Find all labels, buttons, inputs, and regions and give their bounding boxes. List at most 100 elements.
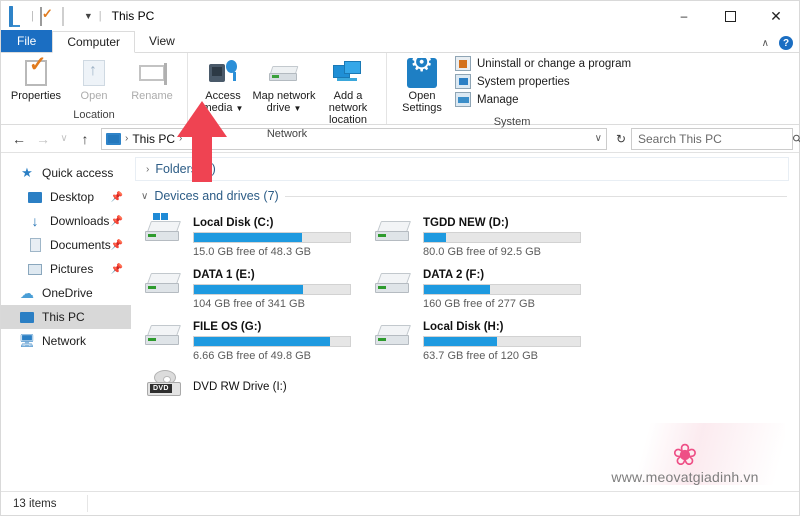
access-media-button[interactable]: Access media ▼ (194, 56, 252, 117)
open-button[interactable]: Open (65, 56, 123, 104)
group-devices-and-drives[interactable]: ∨ Devices and drives (7) (131, 185, 799, 207)
help-icon[interactable]: ? (779, 36, 793, 50)
open-settings-label-2: Settings (402, 102, 442, 114)
drive-free-space: 80.0 GB free of 92.5 GB (423, 246, 542, 258)
downloads-icon: ↓ (31, 213, 39, 229)
sidebar-item-label: This PC (42, 310, 85, 324)
chevron-right-icon[interactable]: › (146, 164, 149, 175)
recent-locations-button[interactable]: ∨ (55, 127, 73, 151)
window-controls: – ✕ (661, 1, 799, 31)
breadcrumb-separator: › (125, 133, 129, 144)
drive-icon (375, 265, 415, 305)
group-header-devices: Devices and drives (7) (154, 189, 279, 203)
uninstall-program-item[interactable]: Uninstall or change a program (455, 56, 631, 71)
this-pc-icon (106, 132, 121, 145)
refresh-button[interactable]: ↻ (611, 132, 631, 146)
drive-tile-i[interactable]: DVD DVD RW Drive (I:) (145, 369, 375, 405)
rename-button[interactable]: Rename (123, 56, 181, 104)
collapse-ribbon-icon[interactable]: ∧ (762, 38, 769, 49)
up-button[interactable]: ↑ (73, 127, 97, 151)
pin-icon[interactable]: 📌 (111, 216, 123, 227)
dvd-badge-label: DVD (150, 384, 172, 393)
status-bar: 13 items (1, 491, 799, 515)
watermark-text: www.meovatgiadinh.vn (611, 469, 759, 485)
drive-tile-g[interactable]: FILE OS (G:) 6.66 GB free of 49.8 GB (145, 317, 375, 365)
capacity-bar (193, 284, 351, 295)
network-icon: 🖥 (18, 333, 36, 348)
open-settings-button[interactable]: Open Settings (393, 56, 451, 116)
group-label-location: Location (73, 109, 115, 121)
map-network-drive-label: Map network drive ▼ (252, 88, 316, 115)
sidebar-item-this-pc[interactable]: This PC (1, 305, 131, 329)
windows-drive-icon (145, 213, 185, 253)
drive-icon (145, 317, 185, 357)
minimize-button[interactable]: – (661, 1, 707, 31)
map-network-drive-text: Map network drive (252, 90, 316, 114)
tab-view[interactable]: View (135, 30, 189, 52)
item-count: 13 items (13, 497, 57, 510)
breadcrumb-this-pc[interactable]: This PC (132, 132, 175, 146)
drive-tiles: Local Disk (C:) 15.0 GB free of 48.3 GB … (131, 207, 799, 409)
sidebar-item-pictures[interactable]: Pictures 📌 (1, 257, 131, 281)
tab-computer[interactable]: Computer (52, 31, 136, 53)
drive-free-space: 6.66 GB free of 49.8 GB (193, 350, 312, 362)
sidebar-item-quick-access[interactable]: ★ Quick access (1, 161, 131, 185)
drive-name: DVD RW Drive (I:) (193, 381, 287, 393)
group-label-network: Network (266, 128, 308, 140)
close-button[interactable]: ✕ (753, 1, 799, 31)
map-network-drive-button[interactable]: Map network drive ▼ (252, 56, 316, 117)
pin-icon[interactable]: 📌 (111, 264, 123, 275)
capacity-bar (423, 232, 581, 243)
group-folders[interactable]: › Folders (6) (135, 157, 789, 181)
properties-icon[interactable] (39, 7, 56, 26)
group-header-folders: Folders (6) (155, 162, 216, 176)
chevron-down-icon[interactable]: ∨ (595, 133, 602, 144)
chevron-down-icon: ▼ (235, 104, 244, 113)
sidebar-item-desktop[interactable]: Desktop 📌 (1, 185, 131, 209)
sidebar-item-onedrive[interactable]: ☁ OneDrive (1, 281, 131, 305)
this-pc-icon[interactable] (9, 6, 25, 27)
cloud-icon: ☁ (20, 284, 34, 301)
search-box[interactable]: ⚲ (631, 127, 800, 150)
add-network-location-button[interactable]: Add a network location (316, 56, 380, 128)
system-commands-list: Uninstall or change a program System pro… (451, 56, 631, 107)
window-title: This PC (111, 9, 155, 23)
maximize-button[interactable] (707, 1, 753, 31)
group-label-system: System (493, 116, 531, 128)
chevron-down-icon: ▼ (293, 104, 302, 113)
breadcrumb-separator-2[interactable]: › (179, 133, 182, 144)
drive-tile-h[interactable]: Local Disk (H:) 63.7 GB free of 120 GB (375, 317, 605, 365)
drive-free-space: 104 GB free of 341 GB (193, 298, 305, 310)
add-network-location-label: Add a network location (328, 90, 368, 126)
system-properties-icon (455, 74, 471, 89)
tab-strip-right: ∧ ? (762, 36, 793, 50)
new-folder-icon[interactable] (61, 7, 78, 26)
sidebar-item-network[interactable]: 🖥 Network (1, 329, 131, 353)
desktop-icon (27, 189, 43, 205)
forward-button[interactable]: → (31, 127, 55, 151)
rename-label: Rename (131, 90, 173, 102)
properties-button[interactable]: Properties (7, 56, 65, 104)
drive-tile-c[interactable]: Local Disk (C:) 15.0 GB free of 48.3 GB (145, 213, 375, 261)
drive-name: Local Disk (H:) (423, 321, 504, 333)
this-pc-icon (19, 309, 35, 325)
manage-icon (455, 92, 471, 107)
back-button[interactable]: ← (7, 127, 31, 151)
system-properties-item[interactable]: System properties (455, 74, 631, 89)
drive-tile-f[interactable]: DATA 2 (F:) 160 GB free of 277 GB (375, 265, 605, 313)
open-icon (83, 58, 105, 88)
drive-tile-d[interactable]: TGDD NEW (D:) 80.0 GB free of 92.5 GB (375, 213, 605, 261)
sidebar-item-downloads[interactable]: ↓ Downloads 📌 (1, 209, 131, 233)
pin-icon[interactable]: 📌 (111, 240, 123, 251)
sidebar-item-documents[interactable]: Documents 📌 (1, 233, 131, 257)
drive-name: FILE OS (G:) (193, 321, 262, 333)
drive-tile-e[interactable]: DATA 1 (E:) 104 GB free of 341 GB (145, 265, 375, 313)
search-input[interactable] (638, 131, 793, 146)
capacity-bar-fill (424, 337, 498, 346)
chevron-down-icon[interactable]: ▼ (84, 11, 93, 21)
pin-icon[interactable]: 📌 (111, 192, 123, 203)
chevron-down-icon[interactable]: ∨ (141, 191, 148, 202)
tab-file[interactable]: File (1, 30, 53, 52)
capacity-bar-fill (424, 285, 490, 294)
manage-item[interactable]: Manage (455, 92, 631, 107)
